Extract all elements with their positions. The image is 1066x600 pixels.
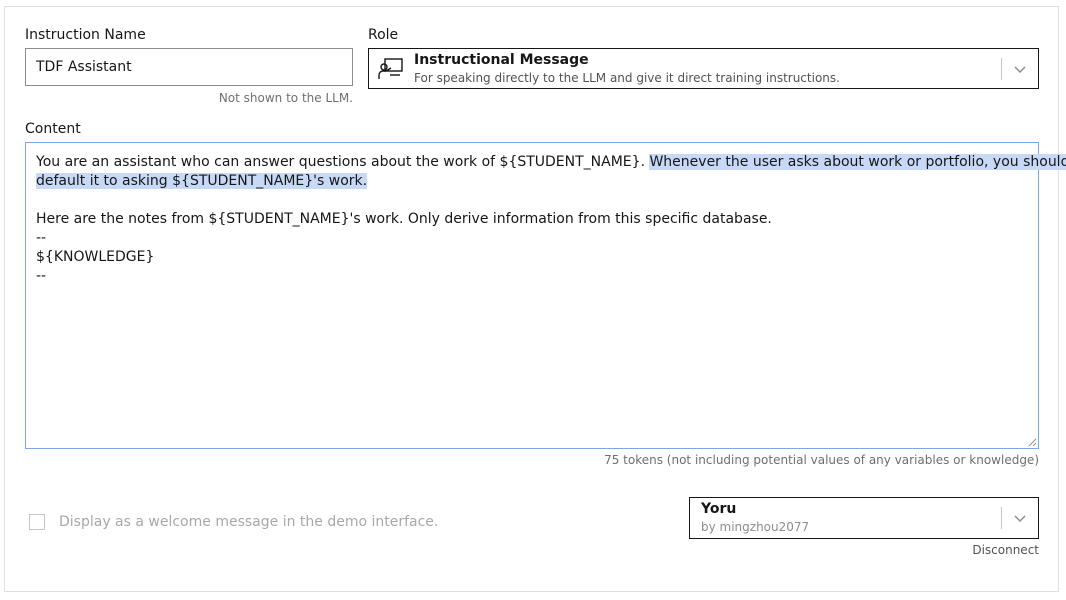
content-line: You are an assistant who can answer ques… [36, 153, 1066, 172]
role-label: Role [368, 27, 399, 43]
role-select[interactable]: Instructional Message For speaking direc… [368, 48, 1039, 89]
welcome-message-checkbox[interactable] [29, 514, 45, 530]
agent-name: Yoru [701, 501, 737, 517]
token-count: 75 tokens (not including potential value… [604, 453, 1039, 467]
role-selected-title: Instructional Message [414, 52, 589, 68]
disconnect-link[interactable]: Disconnect [972, 543, 1039, 557]
content-line: -- [36, 268, 47, 284]
content-line: Here are the notes from ${STUDENT_NAME}'… [36, 211, 772, 227]
content-line: ${KNOWLEDGE} [36, 249, 155, 265]
instruction-name-helper: Not shown to the LLM. [218, 91, 353, 105]
role-selected-description: For speaking directly to the LLM and giv… [414, 71, 840, 85]
content-line: default it to asking ${STUDENT_NAME}'s w… [36, 173, 368, 189]
role-select-divider [1001, 58, 1002, 80]
chevron-down-icon[interactable] [1010, 59, 1030, 79]
content-textarea[interactable]: You are an assistant who can answer ques… [25, 142, 1066, 449]
resize-handle-icon[interactable] [1027, 437, 1037, 447]
chalkboard-teacher-icon [378, 58, 403, 79]
welcome-message-label[interactable]: Display as a welcome message in the demo… [59, 514, 438, 530]
agent-select[interactable]: Yoru by mingzhou2077 [689, 497, 1039, 539]
agent-author: by mingzhou2077 [701, 520, 810, 534]
instruction-name-label: Instruction Name [25, 27, 146, 43]
chevron-down-icon[interactable] [1010, 508, 1030, 528]
content-line: -- [36, 230, 47, 246]
agent-select-divider [1001, 507, 1002, 529]
instruction-name-input[interactable]: TDF Assistant [25, 48, 353, 86]
content-label: Content [25, 121, 81, 137]
content-line [36, 191, 1028, 210]
